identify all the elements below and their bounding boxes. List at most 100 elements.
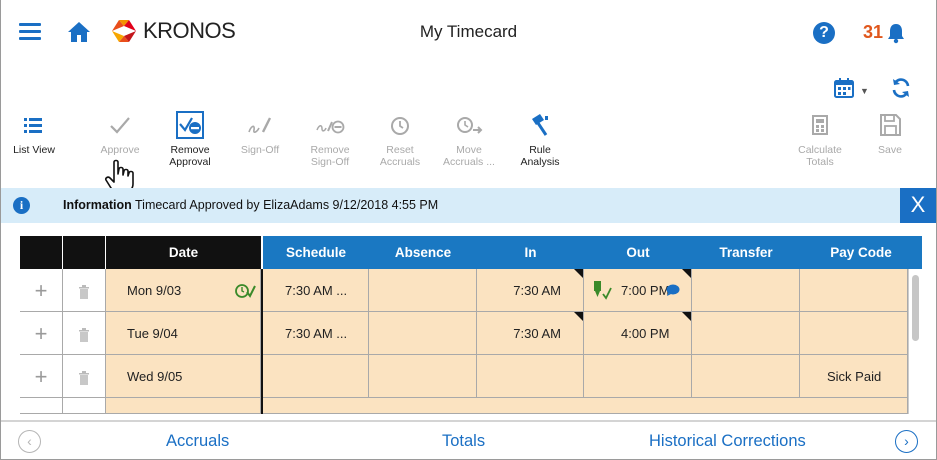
in-punch-cell[interactable]: 7:30 AM [477,269,584,312]
signature-icon [248,117,272,133]
toolbar: List View Approve Remove Approval Sign-O… [1,110,936,182]
pay-code-cell[interactable]: Sick Paid [800,355,908,398]
rule-analysis-button[interactable]: Rule Analysis [510,110,570,168]
refresh-icon[interactable] [890,77,912,99]
transfer-cell[interactable] [692,355,800,398]
out-punch-cell[interactable] [584,355,692,398]
approve-button[interactable]: Approve [90,110,150,156]
date-cell[interactable]: Wed 9/05 [106,355,261,398]
remove-sign-off-button[interactable]: Remove Sign-Off [300,110,360,168]
reset-accruals-label: Reset Accruals [379,144,421,168]
in-time: 7:30 AM [513,283,561,298]
calculator-icon [812,115,828,135]
move-clock-icon [457,117,483,134]
absence-cell[interactable] [369,269,477,312]
checkmark-icon [110,117,130,134]
in-time: 7:30 AM [513,326,561,341]
column-header-transfer[interactable]: Transfer [692,236,800,269]
schedule-cell[interactable]: 7:30 AM ... [263,312,369,355]
add-row-icon[interactable]: + [20,269,63,312]
save-icon [880,114,901,136]
date-divider [261,269,263,414]
chevron-down-icon[interactable]: ▼ [860,86,869,96]
info-banner: i Information Timecard Approved by Eliza… [1,188,936,223]
transfer-cell[interactable] [692,312,800,355]
previous-arrow-icon[interactable]: ‹ [18,430,41,453]
sign-off-label: Sign-Off [240,144,280,156]
in-punch-cell[interactable] [477,355,584,398]
out-time: 4:00 PM [621,326,670,341]
help-icon[interactable]: ? [813,22,835,44]
date-text: Mon 9/03 [127,283,182,298]
sign-off-button[interactable]: Sign-Off [230,110,290,156]
notification-count[interactable]: 31 [863,22,883,43]
absence-cell[interactable] [369,355,477,398]
save-button[interactable]: Save [860,110,920,156]
trash-icon[interactable] [63,312,106,355]
move-accruals-button[interactable]: Move Accruals ... [439,110,499,168]
schedule-cell[interactable]: 7:30 AM ... [263,269,369,312]
row-stub [63,398,106,414]
bell-icon[interactable] [885,22,907,44]
pay-code-cell[interactable] [800,312,908,355]
header-delete-col [63,236,105,269]
accruals-link[interactable]: Accruals [166,432,229,451]
out-punch-cell[interactable]: 4:00 PM [584,312,692,355]
row-stub [263,398,908,414]
approve-label: Approve [100,144,140,156]
historical-corrections-link[interactable]: Historical Corrections [649,432,806,451]
page-title: My Timecard [419,22,518,41]
table-row: + Tue 9/04 7:30 AM ... 7:30 AM 4:00 PM [20,312,922,355]
calendar-icon[interactable] [833,77,855,99]
calculate-totals-label: Calculate Totals [798,144,842,168]
top-bar: KRONOS My Timecard ? 31 [1,0,936,62]
pay-code-cell[interactable] [800,269,908,312]
schedule-cell[interactable] [263,355,369,398]
remove-approval-button[interactable]: Remove Approval [160,110,220,168]
header-add-col [20,236,62,269]
next-arrow-icon[interactable]: › [895,430,918,453]
gavel-icon [532,114,548,136]
trash-icon[interactable] [63,269,106,312]
table-row [20,398,922,414]
save-label: Save [878,144,902,156]
move-accruals-label: Move Accruals ... [443,144,495,168]
grid-scrollbar[interactable] [908,269,922,414]
banner-message: Timecard Approved by ElizaAdams 9/12/201… [131,198,439,212]
list-view-label: List View [13,144,55,156]
list-icon [24,118,42,133]
absence-cell[interactable] [369,312,477,355]
comment-icon[interactable] [666,284,680,296]
column-header-in[interactable]: In [477,236,584,269]
remove-signature-icon [316,120,345,134]
out-punch-cell[interactable]: 7:00 PM [584,269,692,312]
banner-text: Information Timecard Approved by ElizaAd… [63,198,438,212]
corner-marker [574,312,583,321]
remove-approval-icon [176,111,204,139]
column-header-date[interactable]: Date [106,236,261,269]
signed-pen-icon [594,281,612,300]
date-cell[interactable]: Tue 9/04 [106,312,261,355]
approved-clock-icon [235,284,256,298]
trash-icon[interactable] [63,355,106,398]
add-row-icon[interactable]: + [20,355,63,398]
column-header-pay-code[interactable]: Pay Code [800,236,922,269]
table-row: + Mon 9/03 7:30 AM ... 7:30 AM 7:00 PM [20,269,922,312]
transfer-cell[interactable] [692,269,800,312]
reset-accruals-button[interactable]: Reset Accruals [370,110,430,168]
remove-sign-off-label: Remove Sign-Off [310,144,350,168]
date-cell[interactable]: Mon 9/03 [106,269,261,312]
calculate-totals-button[interactable]: Calculate Totals [790,110,850,168]
list-view-button[interactable]: List View [4,110,64,156]
banner-close-button[interactable]: X [900,188,936,223]
add-row-icon[interactable]: + [20,312,63,355]
totals-link[interactable]: Totals [442,432,485,451]
column-header-out[interactable]: Out [584,236,692,269]
column-header-absence[interactable]: Absence [369,236,477,269]
in-punch-cell[interactable]: 7:30 AM [477,312,584,355]
info-icon: i [13,197,30,214]
corner-marker [574,269,583,278]
corner-marker [682,269,691,278]
scrollbar-thumb[interactable] [912,275,919,341]
column-header-schedule[interactable]: Schedule [263,236,369,269]
